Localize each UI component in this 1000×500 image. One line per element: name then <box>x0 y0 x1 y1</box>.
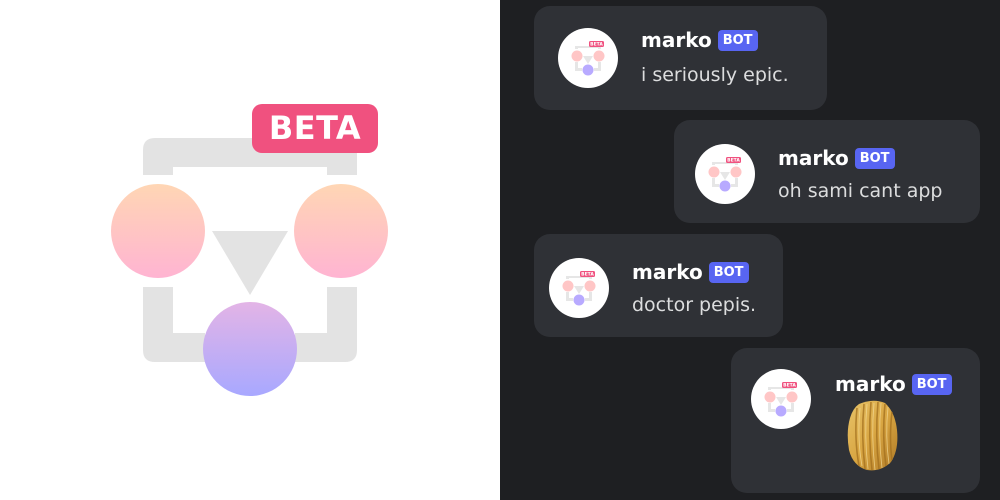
app-logo-panel: BETA <box>0 0 500 500</box>
message-header: marko BOT <box>778 146 895 170</box>
message-text: i seriously epic. <box>641 64 789 86</box>
avatar-badge-text: BETA <box>590 42 603 48</box>
app-logo-icon: BETA <box>764 382 798 417</box>
bot-tag: BOT <box>854 147 895 169</box>
username[interactable]: marko <box>778 146 849 170</box>
message-text: oh sami cant app <box>778 180 943 202</box>
app-logo-icon: BETA <box>708 157 742 192</box>
bot-tag: BOT <box>911 373 952 395</box>
app-logo-icon: BETA <box>562 271 596 306</box>
avatar-badge-text: BETA <box>727 158 740 164</box>
app-logo-icon <box>111 138 388 396</box>
avatar[interactable]: BETA <box>695 144 755 204</box>
avatar[interactable]: BETA <box>558 28 618 88</box>
avatar[interactable]: BETA <box>751 369 811 429</box>
message-bubble[interactable]: BETA marko BOT i seriously epic. <box>534 6 827 110</box>
username[interactable]: marko <box>632 260 703 284</box>
chat-panel[interactable]: BETA marko BOT i seriously epic. BETA ma… <box>500 0 1000 500</box>
message-header: marko BOT <box>632 260 749 284</box>
message-bubble[interactable]: BETA marko BOT <box>731 348 980 493</box>
message-bubble[interactable]: BETA marko BOT oh sami cant app <box>674 120 980 223</box>
bot-tag: BOT <box>717 29 758 51</box>
username[interactable]: marko <box>641 28 712 52</box>
beta-badge: BETA <box>252 104 378 153</box>
logo-bracket-bottom-right <box>295 287 357 362</box>
logo-triangle <box>212 231 288 295</box>
logo-bracket-bottom-left <box>143 287 205 362</box>
avatar-badge-text: BETA <box>783 383 796 389</box>
logo-circle-bottom <box>203 302 297 396</box>
potato-chip-image[interactable] <box>845 398 901 472</box>
username[interactable]: marko <box>835 372 906 396</box>
bot-tag: BOT <box>708 261 749 283</box>
screenshot-root: BETA BETA marko BOT i seriously epic. BE… <box>0 0 1000 500</box>
message-bubble[interactable]: BETA marko BOT doctor pepis. <box>534 234 783 337</box>
avatar[interactable]: BETA <box>549 258 609 318</box>
message-header: marko BOT <box>835 372 952 396</box>
logo-circle-right <box>294 184 388 278</box>
avatar-badge-text: BETA <box>581 272 594 278</box>
potato-chip-icon <box>847 400 898 471</box>
logo-circle-left <box>111 184 205 278</box>
message-header: marko BOT <box>641 28 758 52</box>
app-logo-icon: BETA <box>571 41 605 76</box>
message-text: doctor pepis. <box>632 294 757 316</box>
